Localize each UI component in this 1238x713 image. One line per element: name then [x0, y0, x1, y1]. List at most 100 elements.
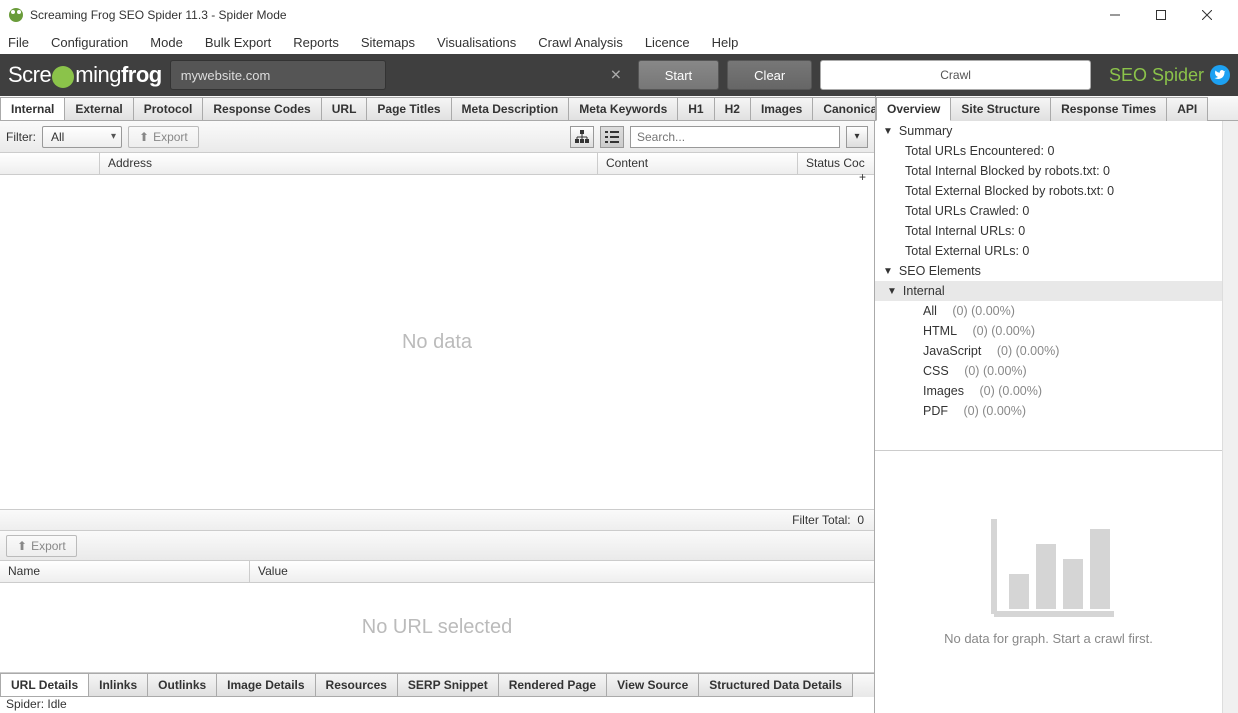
filter-bar: Filter: All ⬆ Export ▾ [0, 121, 874, 153]
tab-h2[interactable]: H2 [714, 97, 751, 120]
btab-structured-data[interactable]: Structured Data Details [698, 674, 853, 697]
tab-images[interactable]: Images [750, 97, 813, 120]
tree-type-all[interactable]: All (0) (0.00%) [875, 301, 1222, 321]
btab-url-details[interactable]: URL Details [0, 674, 89, 697]
tree-type-images[interactable]: Images (0) (0.00%) [875, 381, 1222, 401]
menu-bulk-export[interactable]: Bulk Export [205, 35, 271, 50]
start-button[interactable]: Start [638, 60, 719, 90]
logo-text: ming [75, 62, 121, 88]
search-dropdown[interactable]: ▾ [846, 126, 868, 148]
tree-stat[interactable]: Total URLs Crawled: 0 [875, 201, 1222, 221]
menu-crawl-analysis[interactable]: Crawl Analysis [538, 35, 623, 50]
tree-seo-elements[interactable]: ▼SEO Elements [875, 261, 1222, 281]
tree-type-js[interactable]: JavaScript (0) (0.00%) [875, 341, 1222, 361]
tree-internal[interactable]: ▼Internal [875, 281, 1222, 301]
table-header: Address Content Status Coc + [0, 153, 874, 175]
tab-url[interactable]: URL [321, 97, 368, 120]
menu-configuration[interactable]: Configuration [51, 35, 128, 50]
url-input[interactable] [170, 60, 386, 90]
tree-stat[interactable]: Total Internal URLs: 0 [875, 221, 1222, 241]
col-status[interactable]: Status Coc + [798, 153, 874, 174]
tree-type-name: PDF [923, 404, 948, 418]
export-button[interactable]: ⬆ Export [128, 126, 199, 148]
list-view-button[interactable] [600, 126, 624, 148]
tree-summary-label: Summary [899, 124, 952, 138]
search-input[interactable] [630, 126, 840, 148]
btab-rendered-page[interactable]: Rendered Page [498, 674, 607, 697]
tree-type-css[interactable]: CSS (0) (0.00%) [875, 361, 1222, 381]
status-bar: Spider: Idle [0, 697, 874, 713]
tree-stat[interactable]: Total URLs Encountered: 0 [875, 141, 1222, 161]
frog-icon [52, 66, 74, 88]
brand-label: SEO Spider [1109, 65, 1204, 86]
btab-resources[interactable]: Resources [315, 674, 398, 697]
scrollbar[interactable] [1222, 121, 1238, 713]
col-name[interactable]: Name [0, 561, 250, 582]
filter-total: Filter Total: 0 [0, 509, 874, 531]
tree-stat[interactable]: Total External Blocked by robots.txt: 0 [875, 181, 1222, 201]
export-icon: ⬆ [17, 539, 27, 553]
tab-internal[interactable]: Internal [0, 97, 65, 120]
menu-reports[interactable]: Reports [293, 35, 339, 50]
tab-api[interactable]: API [1166, 97, 1208, 121]
chevron-down-icon: ▼ [887, 286, 897, 297]
menu-licence[interactable]: Licence [645, 35, 690, 50]
tabs-row: Internal External Protocol Response Code… [0, 96, 1238, 121]
col-value[interactable]: Value [250, 561, 874, 582]
tab-overview[interactable]: Overview [876, 97, 951, 121]
tab-response-times[interactable]: Response Times [1050, 97, 1167, 121]
chevron-down-icon: ▼ [883, 126, 893, 137]
tab-canonicals[interactable]: Canonicals [812, 97, 875, 120]
clear-url-icon[interactable]: ✕ [610, 67, 622, 84]
bar-chart-icon [984, 519, 1114, 619]
overview-tree: ▼ Summary Total URLs Encountered: 0 Total… [875, 121, 1222, 451]
tab-protocol[interactable]: Protocol [133, 97, 204, 120]
menu-file[interactable]: File [8, 35, 29, 50]
tree-summary[interactable]: ▼ Summary [875, 121, 1222, 141]
close-button[interactable] [1184, 0, 1230, 30]
minimize-button[interactable] [1092, 0, 1138, 30]
tab-h1[interactable]: H1 [677, 97, 714, 120]
tree-type-count: (0) (0.00%) [979, 384, 1042, 398]
tree-type-count: (0) (0.00%) [997, 344, 1060, 358]
tree-type-pdf[interactable]: PDF (0) (0.00%) [875, 401, 1222, 421]
tree-type-count: (0) (0.00%) [952, 304, 1015, 318]
btab-inlinks[interactable]: Inlinks [88, 674, 148, 697]
menu-sitemaps[interactable]: Sitemaps [361, 35, 415, 50]
lower-export-button[interactable]: ⬆ Export [6, 535, 77, 557]
tree-type-name: CSS [923, 364, 949, 378]
menu-mode[interactable]: Mode [150, 35, 183, 50]
maximize-button[interactable] [1138, 0, 1184, 30]
tree-view-button[interactable] [570, 126, 594, 148]
tab-meta-keywords[interactable]: Meta Keywords [568, 97, 678, 120]
twitter-icon[interactable] [1210, 65, 1230, 85]
tab-site-structure[interactable]: Site Structure [950, 97, 1051, 121]
tree-type-html[interactable]: HTML (0) (0.00%) [875, 321, 1222, 341]
no-data-message: No data [0, 175, 874, 509]
btab-view-source[interactable]: View Source [606, 674, 699, 697]
col-address[interactable]: Address [100, 153, 598, 174]
tree-type-name: All [923, 304, 937, 318]
tab-response-codes[interactable]: Response Codes [202, 97, 321, 120]
tab-page-titles[interactable]: Page Titles [366, 97, 451, 120]
brand-text: SEO Spider [1109, 65, 1230, 86]
col-blank [0, 153, 100, 174]
clear-button[interactable]: Clear [727, 60, 812, 90]
menu-visualisations[interactable]: Visualisations [437, 35, 516, 50]
tree-stat[interactable]: Total Internal Blocked by robots.txt: 0 [875, 161, 1222, 181]
logo-text: Scre [8, 62, 51, 88]
btab-serp-snippet[interactable]: SERP Snippet [397, 674, 499, 697]
tree-stat[interactable]: Total External URLs: 0 [875, 241, 1222, 261]
bottom-tabs: URL Details Inlinks Outlinks Image Detai… [0, 673, 874, 697]
filter-combo[interactable]: All [42, 126, 122, 148]
graph-panel: No data for graph. Start a crawl first. [875, 451, 1222, 713]
menu-help[interactable]: Help [712, 35, 739, 50]
btab-outlinks[interactable]: Outlinks [147, 674, 217, 697]
tab-meta-description[interactable]: Meta Description [451, 97, 570, 120]
lower-table-header: Name Value [0, 561, 874, 583]
filter-value: All [51, 130, 64, 144]
btab-image-details[interactable]: Image Details [216, 674, 315, 697]
logo: Scremingfrog [8, 62, 162, 88]
col-content[interactable]: Content [598, 153, 798, 174]
tab-external[interactable]: External [64, 97, 133, 120]
